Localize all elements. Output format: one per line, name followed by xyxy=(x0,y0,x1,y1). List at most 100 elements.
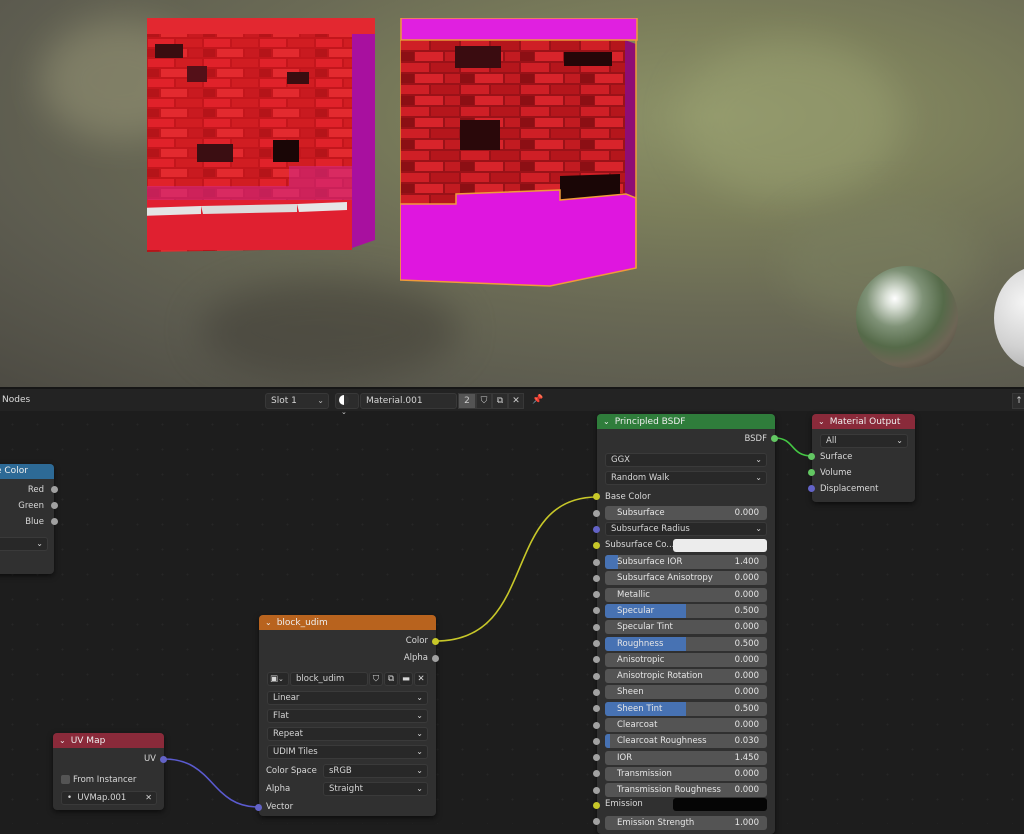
socket-transmission-roughness-in[interactable] xyxy=(593,786,600,794)
open-folder-icon[interactable]: ▬ xyxy=(399,672,413,686)
socket-color-out[interactable] xyxy=(432,638,439,645)
projection-dropdown[interactable]: Flat ⌄ xyxy=(267,709,428,723)
subsurface-radius-dropdown[interactable]: Subsurface Radius ⌄ xyxy=(605,522,767,536)
node-uv-map[interactable]: ⌄ UV Map UV From Instancer • UVMap.001 ✕ xyxy=(53,733,164,810)
uvmap-field[interactable]: • UVMap.001 ✕ xyxy=(61,791,157,805)
3d-viewport[interactable] xyxy=(0,0,1024,387)
socket-roughness-in[interactable] xyxy=(593,640,600,647)
link-color-to-basecolor xyxy=(435,496,598,642)
mode-dropdown[interactable]: ⌄ xyxy=(0,537,48,551)
chevron-down-icon: ⌄ xyxy=(416,693,423,702)
node-header: ⌄ Principled BSDF xyxy=(597,414,775,429)
source-dropdown[interactable]: UDIM Tiles ⌄ xyxy=(267,745,428,759)
socket-clearcoat-roughness-in[interactable] xyxy=(593,737,600,745)
param-roughness[interactable]: Roughness 0.500 xyxy=(605,636,767,651)
param-value: 1.400 xyxy=(734,557,759,567)
socket-subsurface-ior-in[interactable] xyxy=(593,558,600,566)
collapse-chevron-icon[interactable]: ⌄ xyxy=(818,417,825,426)
socket-alpha-out[interactable] xyxy=(432,655,439,662)
socket-displacement-in[interactable] xyxy=(808,485,815,492)
node-title: Principled BSDF xyxy=(614,417,686,427)
socket-surface-in[interactable] xyxy=(808,453,815,460)
socket-subsurface-in[interactable] xyxy=(593,510,600,517)
socket-specular-tint-in[interactable] xyxy=(593,623,600,631)
output-color-label: Color xyxy=(405,636,428,646)
node-image-texture[interactable]: ⌄ block_udim Color Alpha ▣⌄ block_udim ⛉ … xyxy=(259,615,436,816)
image-browse-button[interactable]: ▣⌄ xyxy=(267,672,289,686)
output-uv-label: UV xyxy=(143,754,156,764)
node-principled-bsdf[interactable]: ⌄ Principled BSDF BSDF GGX ⌄ Random Walk ⌄ … xyxy=(597,414,775,834)
param-sheen-tint[interactable]: Sheen Tint 0.500 xyxy=(605,701,767,716)
value-fill xyxy=(605,555,618,569)
param-anisotropic[interactable]: Anisotropic 0.000 xyxy=(605,652,767,667)
socket-uv-out[interactable] xyxy=(160,756,167,763)
socket-clearcoat-in[interactable] xyxy=(593,721,600,729)
param-clearcoat[interactable]: Clearcoat 0.000 xyxy=(605,718,767,732)
socket-subsurface-anisotropy-in[interactable] xyxy=(593,574,600,582)
socket-subsurface-color-in[interactable] xyxy=(593,542,600,549)
node-header: ⌄ UV Map xyxy=(53,733,164,748)
socket-green[interactable] xyxy=(51,502,58,509)
node-material-output[interactable]: ⌄ Material Output All ⌄ Surface Volume Dis… xyxy=(812,414,915,502)
param-emission-strength[interactable]: Emission Strength 1.000 xyxy=(605,816,767,830)
socket-bsdf-out[interactable] xyxy=(771,435,778,442)
socket-base-color-in[interactable] xyxy=(593,493,600,500)
uv-dot-icon: • xyxy=(67,793,73,803)
node-header: ⌄ Material Output xyxy=(812,414,915,429)
target-dropdown[interactable]: All ⌄ xyxy=(820,434,908,448)
subsurface-color-swatch[interactable] xyxy=(673,539,767,552)
node-separate-color[interactable]: e Color Red Green Blue ⌄ xyxy=(0,464,54,574)
socket-red[interactable] xyxy=(51,486,58,493)
socket-vector-in[interactable] xyxy=(255,804,262,811)
socket-emission-in[interactable] xyxy=(593,802,600,809)
socket-blue[interactable] xyxy=(51,518,58,525)
param-sheen[interactable]: Sheen 0.000 xyxy=(605,685,767,700)
shader-node-editor[interactable]: Nodes Slot 1 ⌄ ⌄ Material.001 2 ⛉ ⧉ ✕ 📌 ↑… xyxy=(0,387,1024,834)
param-transmission[interactable]: Transmission 0.000 xyxy=(605,766,767,781)
param-subsurface-ior[interactable]: Subsurface IOR 1.400 xyxy=(605,555,767,569)
param-ior[interactable]: IOR 1.450 xyxy=(605,750,767,765)
socket-anisotropic-rotation-in[interactable] xyxy=(593,672,600,680)
input-subsurface-color-label: Subsurface Co... xyxy=(605,540,675,550)
color-space-value: sRGB xyxy=(329,766,352,776)
param-specular[interactable]: Specular 0.500 xyxy=(605,603,767,618)
param-transmission-roughness[interactable]: Transmission Roughness 0.000 xyxy=(605,783,767,798)
unlink-image-icon[interactable]: ✕ xyxy=(414,672,428,686)
collapse-chevron-icon[interactable]: ⌄ xyxy=(265,618,272,627)
param-metallic[interactable]: Metallic 0.000 xyxy=(605,587,767,602)
clear-icon[interactable]: ✕ xyxy=(145,792,152,804)
link-bsdf-to-surface xyxy=(774,437,813,457)
chevron-down-icon: ⌄ xyxy=(416,766,423,775)
collapse-chevron-icon[interactable]: ⌄ xyxy=(603,417,610,426)
socket-subsurface-radius-in[interactable] xyxy=(593,526,600,533)
brick-building-left[interactable] xyxy=(141,18,375,258)
image-name-field[interactable]: block_udim xyxy=(290,672,368,686)
param-anisotropic-rotation[interactable]: Anisotropic Rotation 0.000 xyxy=(605,669,767,684)
alpha-mode-dropdown[interactable]: Straight ⌄ xyxy=(323,782,428,796)
param-value: 0.000 xyxy=(734,785,759,796)
param-subsurface-anisotropy[interactable]: Subsurface Anisotropy 0.000 xyxy=(605,571,767,586)
value-fill xyxy=(605,734,610,749)
extension-dropdown[interactable]: Repeat ⌄ xyxy=(267,727,428,741)
chevron-down-icon: ⌄ xyxy=(896,436,903,445)
interpolation-dropdown[interactable]: Linear ⌄ xyxy=(267,691,428,705)
param-specular-tint[interactable]: Specular Tint 0.000 xyxy=(605,620,767,635)
chevron-down-icon: ⌄ xyxy=(416,784,423,793)
node-title: e Color xyxy=(0,466,28,476)
fake-user-shield-icon[interactable]: ⛉ xyxy=(369,672,383,686)
from-instancer-checkbox[interactable] xyxy=(61,775,70,784)
hdri-preview-sphere xyxy=(856,266,958,368)
duplicate-image-icon[interactable]: ⧉ xyxy=(384,672,398,686)
distribution-dropdown[interactable]: GGX ⌄ xyxy=(605,453,767,467)
brick-building-right-selected[interactable] xyxy=(399,17,638,288)
collapse-chevron-icon[interactable]: ⌄ xyxy=(59,736,66,745)
subsurface-method-dropdown[interactable]: Random Walk ⌄ xyxy=(605,471,767,485)
socket-volume-in[interactable] xyxy=(808,469,815,476)
param-clearcoat-roughness[interactable]: Clearcoat Roughness 0.030 xyxy=(605,734,767,749)
param-label: Transmission Roughness xyxy=(617,785,721,796)
emission-color-swatch[interactable] xyxy=(673,798,767,811)
param-subsurface[interactable]: Subsurface 0.000 xyxy=(605,506,767,520)
param-value: 0.500 xyxy=(734,703,759,714)
color-space-dropdown[interactable]: sRGB ⌄ xyxy=(323,764,428,778)
socket-sheen-in[interactable] xyxy=(593,688,600,696)
